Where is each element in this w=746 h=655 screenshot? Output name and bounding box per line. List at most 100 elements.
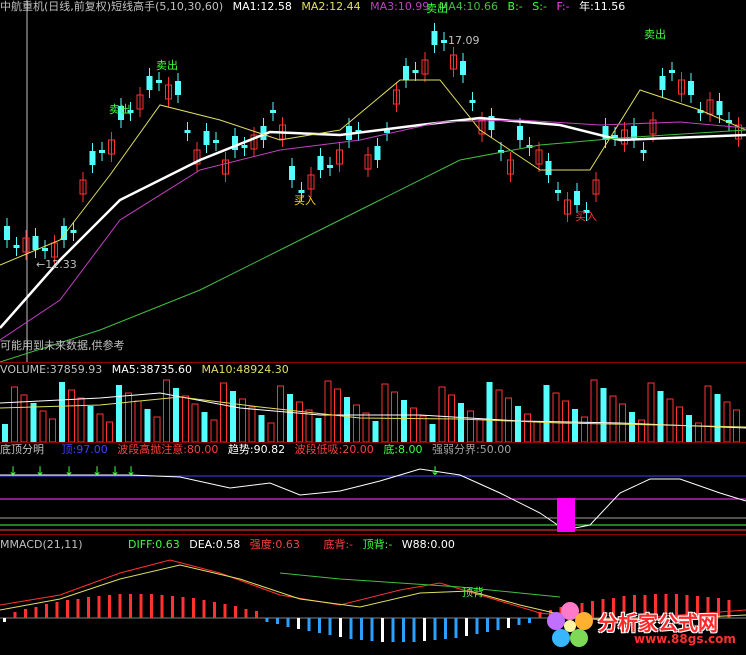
candle-body: [460, 61, 466, 75]
dibei-value: 底背:-: [323, 538, 354, 551]
macd-bar: [3, 618, 6, 622]
macd-bar: [213, 602, 216, 618]
macd-bar: [370, 618, 374, 641]
volume-bar: [287, 394, 293, 442]
boundary-value: 强弱分界:50.00: [432, 443, 512, 456]
macd-bar: [307, 618, 311, 631]
candle-body: [70, 230, 77, 233]
volume-bar: [106, 421, 113, 442]
macd-bar: [412, 618, 416, 642]
candle-body: [213, 140, 219, 143]
candle-body: [4, 226, 10, 240]
volume-bar: [714, 394, 721, 442]
f-value: F:-: [556, 0, 570, 13]
low-price-value: 12.33: [45, 258, 77, 271]
volume-bar: [362, 412, 370, 442]
volume-bar: [476, 418, 484, 442]
low-buy-bar: [557, 498, 575, 532]
volume-bar: [657, 391, 664, 442]
volume-bar: [96, 413, 104, 442]
dingdi-name: 底顶分明: [0, 443, 44, 456]
macd-bar: [286, 618, 290, 627]
macd-bar: [192, 598, 195, 618]
buy-signal-1: 买入: [294, 194, 316, 207]
macd-bar: [150, 594, 153, 618]
candle-body: [203, 131, 210, 145]
volume-bar: [2, 424, 8, 442]
macd-bar: [24, 609, 27, 618]
candle-body: [99, 150, 105, 153]
macd-bar: [55, 602, 59, 618]
volume-bar: [486, 382, 493, 442]
macd-bar: [108, 595, 111, 618]
candle-body: [631, 126, 637, 140]
volume-bar: [134, 400, 142, 442]
volume-bar: [429, 424, 436, 442]
volume-bar: [324, 380, 332, 442]
macd-bar: [339, 618, 342, 637]
macd-bar: [486, 618, 489, 632]
volume-bar: [581, 416, 588, 442]
volume-bar: [116, 385, 122, 442]
price-header: 中航重机(日线,前复权)短线高手(5,10,30,60) MA1:12.58 M…: [0, 0, 631, 14]
candle-body: [327, 165, 333, 168]
volume-bar: [153, 416, 161, 442]
volume-bar: [59, 382, 65, 442]
macd-bar: [297, 618, 300, 629]
volume-bar: [533, 421, 541, 442]
trend-value: 趋势:90.82: [227, 443, 286, 456]
macd-bar: [255, 611, 258, 618]
volume-bar: [77, 397, 85, 442]
price-chart[interactable]: [0, 0, 746, 362]
macd-panel[interactable]: MMACD(21,11) DIFF:0.63 DEA:0.58 强度:0.63 …: [0, 535, 746, 655]
volume-bar: [515, 406, 521, 442]
candle-body: [640, 150, 647, 153]
macd-bar: [507, 618, 510, 628]
dea-value: DEA:0.58: [189, 538, 241, 551]
macd-bar: [66, 600, 69, 618]
s-value: S:-: [532, 0, 547, 13]
macd-bar: [234, 606, 237, 618]
watermark-url: www.88gs.com: [634, 632, 736, 646]
candle-body: [156, 80, 162, 83]
volume-value: VOLUME:37859.93: [0, 363, 103, 376]
sell-signal-2: 卖出: [156, 59, 178, 72]
macd-bar: [265, 618, 269, 622]
volume-bar: [305, 409, 313, 442]
flower-logo-icon: [547, 602, 593, 647]
volume-bar: [372, 421, 379, 442]
volume-bar: [267, 422, 275, 442]
volume-bar: [125, 392, 132, 442]
candle-body: [175, 81, 181, 95]
ma2-value: MA2:12.44: [301, 0, 361, 13]
macd-bar: [244, 609, 248, 618]
candle-body: [431, 31, 438, 45]
candle-body: [317, 156, 324, 170]
price-panel[interactable]: 中航重机(日线,前复权)短线高手(5,10,30,60) MA1:12.58 M…: [0, 0, 746, 362]
volume-bar: [572, 409, 578, 442]
macd-bar: [349, 618, 353, 639]
volume-bar: [49, 418, 56, 442]
volume-bar: [401, 400, 407, 442]
macd-bar: [444, 618, 447, 639]
ma4-line: [0, 129, 746, 362]
dingdi-panel[interactable]: ↓ ↓ ↓ ↓ ↓ ↓ ↓ 底顶分明 顶:97.00 波段高抛注意:80.00 趋势:90.…: [0, 443, 746, 534]
volume-bar: [381, 383, 389, 442]
down-arrow-icon: ↓: [430, 464, 440, 478]
candle-body: [289, 166, 295, 180]
volume-bar: [686, 415, 692, 442]
volume-bar: [163, 379, 170, 442]
candle-body: [545, 161, 552, 175]
volume-panel[interactable]: VOLUME:37859.93 MA5:38735.60 MA10:48924.…: [0, 363, 746, 442]
volume-bar: [410, 407, 417, 442]
macd-bar: [223, 604, 227, 618]
macd-bar: [465, 618, 468, 636]
candle-body: [517, 126, 523, 140]
down-arrow-icon: ↓: [110, 464, 120, 478]
candle-body: [574, 191, 580, 205]
macd-bar: [517, 618, 521, 625]
volume-bar: [315, 418, 322, 442]
macd-bar: [87, 597, 90, 618]
volume-bar: [590, 379, 598, 442]
macd-bar: [528, 618, 531, 623]
